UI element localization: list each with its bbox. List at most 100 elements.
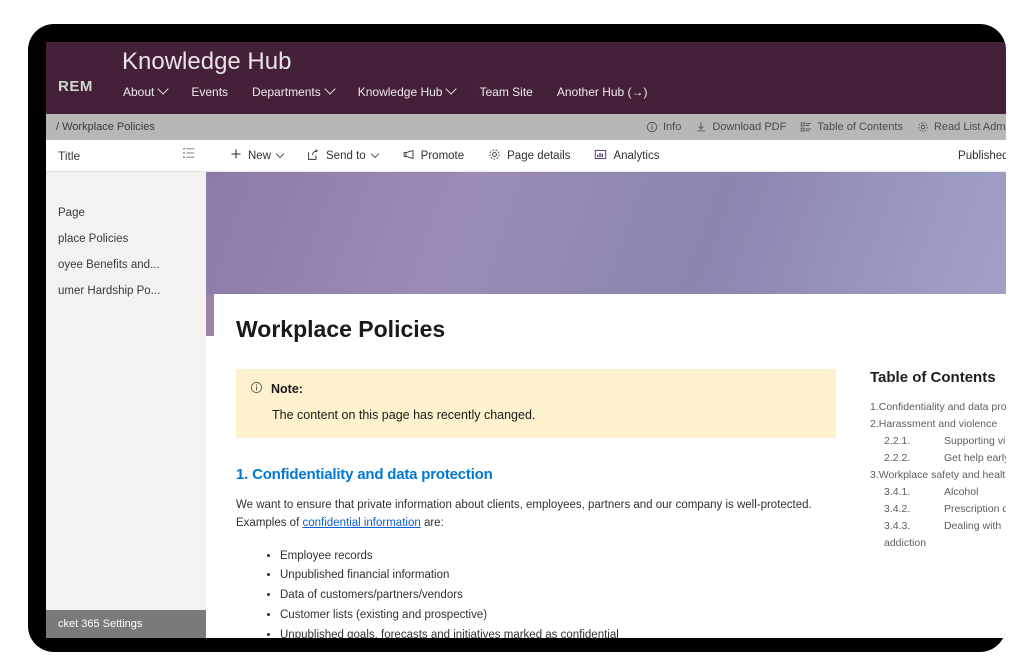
command-bar-left: New Send to Promote Page details Analyti… [228,144,661,168]
examples-list: Employee records Unpublished financial i… [236,547,836,638]
intro-paragraph: We want to ensure that private informati… [236,497,836,533]
command-bar-right: Published 6/13/2023 Ed [958,148,1006,164]
toc-entry[interactable]: 3.Workplace safety and health [870,467,1006,484]
gear-icon [917,121,929,133]
list-item[interactable]: umer Hardship Po... [46,278,206,304]
info-icon [250,381,263,397]
left-pane-title: Title [58,148,81,163]
note-callout: Note: The content on this page has recen… [236,369,836,438]
promote-button[interactable]: Promote [400,144,466,168]
org-logo: REM [58,78,93,95]
published-status: Published 6/13/2023 [958,149,1006,162]
analytics-icon [594,148,607,164]
table-of-contents-webpart: Table of Contents 1.Confidentiality and … [870,369,1006,638]
list-item[interactable]: place Policies [46,226,206,252]
toc-entry[interactable]: 3.4.3. Dealing with [870,518,1006,535]
hub-action-label: Table of Contents [817,121,903,133]
note-body: The content on this page has recently ch… [272,408,536,422]
hub-action-info[interactable]: Info [646,121,681,133]
nav-item-label: About [123,85,155,99]
chevron-down-icon [370,149,379,158]
toc-entry-number: 2.2.1. [884,435,911,447]
title-accent-bar [206,294,214,336]
nav-item-departments[interactable]: Departments [251,82,336,102]
left-nav-item-list: Page place Policies oyee Benefits and...… [46,172,206,610]
body-split: Title Page place Policies oyee Benefits … [46,140,1006,638]
hub-action-label: Info [663,121,682,133]
nav-item-another-hub[interactable]: Another Hub (→) [556,82,649,102]
nav-item-label: Departments [252,85,321,99]
toc-entry[interactable]: 2.2.1. Supporting vi [870,433,1006,450]
chevron-down-icon [324,83,336,95]
send-to-icon [307,148,320,164]
info-icon [646,121,658,133]
nav-item-team-site[interactable]: Team Site [478,82,533,102]
nav-item-label: Events [191,85,229,99]
hub-bar-actions: Info Download PDF Table of Contents Read… [646,121,1006,133]
page-canvas: Workplace Policies Note: The content on … [206,172,1006,638]
list-item: Data of customers/partners/vendors [280,586,836,606]
list-item: Unpublished goals, forecasts and initiat… [280,626,836,638]
breadcrumb[interactable]: / Workplace Policies [56,121,155,133]
hub-bar: / Workplace Policies Info Download PDF T… [46,114,1006,140]
toc-entry-number: 2.2.2. [884,452,911,464]
page-details-button[interactable]: Page details [486,144,572,168]
chevron-down-icon [275,149,285,158]
send-to-label: Send to [326,149,366,162]
toc-entry[interactable]: 2.Harassment and violence [870,416,1006,433]
main-content-column: Note: The content on this page has recen… [236,369,836,638]
analytics-button[interactable]: Analytics [592,144,661,168]
command-bar: New Send to Promote Page details Analyti… [206,140,1006,172]
list-item: Employee records [280,547,836,567]
hub-action-label: Download PDF [712,121,787,133]
hub-action-download-pdf[interactable]: Download PDF [695,121,786,133]
toc-entry-continuation[interactable]: addiction [870,535,1006,552]
gear-icon [488,148,501,164]
toc-entry-label: Supporting vi [944,435,1006,447]
toc-entry-label: Get help early [944,452,1006,464]
nav-item-about[interactable]: About [122,82,170,102]
toc-entry-number: 3.4.3. [884,520,911,532]
note-heading: Note: [271,382,303,396]
nav-item-events[interactable]: Events [190,82,229,102]
toc-title: Table of Contents [870,369,996,386]
top-navigation: About Events Departments Knowledge Hub T… [122,82,649,102]
plus-icon [230,148,242,163]
nav-item-label: Another Hub (→) [556,85,648,99]
page-details-label: Page details [507,149,571,162]
list-item: Unpublished financial information [280,566,836,586]
list-view-icon[interactable] [182,146,196,165]
hub-action-table-of-contents[interactable]: Table of Contents [800,121,903,133]
toc-entry-label: Prescription d [944,503,1006,515]
nav-item-knowledge-hub[interactable]: Knowledge Hub [357,82,458,102]
toc-entry-label: Dealing with [944,520,1002,532]
toc-entry[interactable]: 1.Confidentiality and data protecti [870,399,1006,416]
site-header: REM Knowledge Hub About Events Departmen… [46,42,1006,114]
promote-icon [402,148,415,164]
intro-paragraph-after: are: [420,516,444,529]
note-header: Note: [250,381,820,397]
nav-item-label: Knowledge Hub [357,85,443,99]
toc-entry[interactable]: 3.4.1. Alcohol [870,484,1006,501]
toc-entry[interactable]: 3.4.2. Prescription d [870,501,1006,518]
device-bezel: REM Knowledge Hub About Events Departmen… [28,24,1006,652]
list-item[interactable]: Page [46,200,206,226]
download-icon [695,121,707,133]
content-columns: Note: The content on this page has recen… [214,343,1006,638]
hub-action-read-list-admin[interactable]: Read List Admin [917,121,1006,133]
settings-link[interactable]: cket 365 Settings [46,610,206,638]
nav-item-label: Team Site [479,85,533,99]
new-button-label: New [248,149,272,162]
page-inner: Workplace Policies Note: The content on … [206,294,1006,638]
list-item[interactable]: oyee Benefits and... [46,252,206,278]
toc-entry-label: Alcohol [944,486,979,498]
toc-entry[interactable]: 2.2.2. Get help early [870,450,1006,467]
chevron-down-icon [445,83,458,95]
site-title: Knowledge Hub [122,48,292,75]
send-to-button[interactable]: Send to [305,144,380,168]
list-item: Customer lists (existing and prospective… [280,606,836,626]
confidential-information-link[interactable]: confidential information [302,517,420,529]
chevron-down-icon [157,83,170,95]
new-button[interactable]: New [228,144,285,167]
left-pane-header: Title [46,140,206,172]
